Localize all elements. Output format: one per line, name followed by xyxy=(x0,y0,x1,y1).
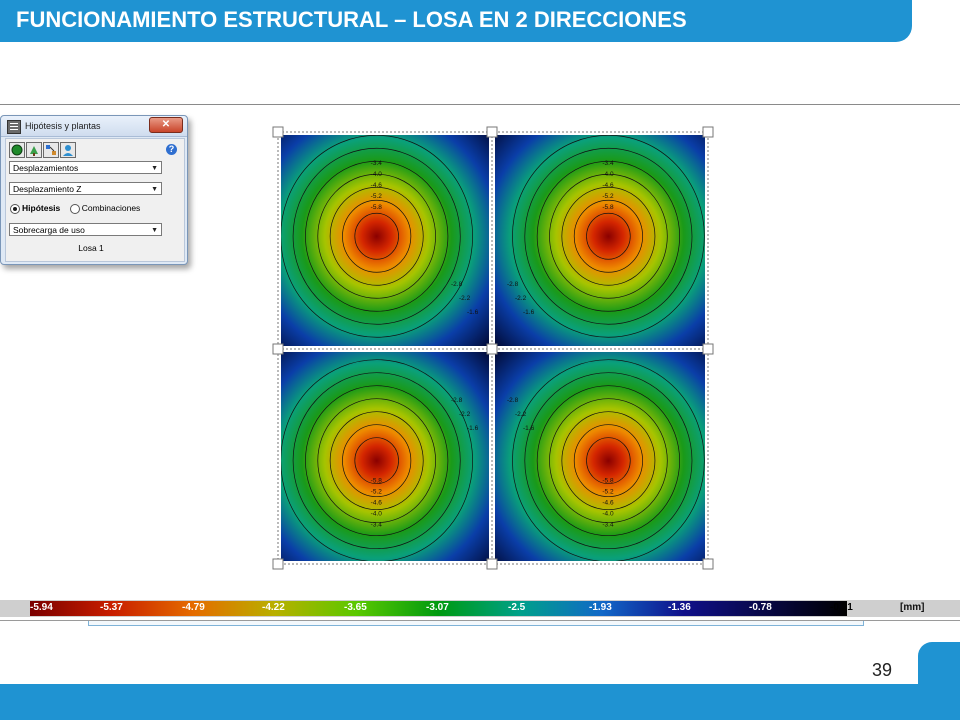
contour-label: -2.8 xyxy=(451,397,463,404)
contour-label: -4.0 xyxy=(602,511,614,518)
user-icon[interactable] xyxy=(60,142,76,158)
chevron-down-icon: ▼ xyxy=(151,165,158,172)
dialog-body: ? Desplazamientos ▼ Desplazamiento Z ▼ H… xyxy=(5,138,185,262)
scale-tick-label: -5.37 xyxy=(100,602,123,613)
footer-bar xyxy=(0,684,960,720)
slide-title: FUNCIONAMIENTO ESTRUCTURAL – LOSA EN 2 D… xyxy=(16,7,687,32)
scale-tick-label: -3.65 xyxy=(344,602,367,613)
hypothesis-dialog[interactable]: Hipótesis y plantas ✕ ? Desplazamientos … xyxy=(0,115,188,265)
contour-label: -1.6 xyxy=(523,425,535,432)
scale-tick-label: -3.07 xyxy=(426,602,449,613)
radio-combinaciones[interactable]: Combinaciones xyxy=(69,203,141,214)
contour-label: -1.6 xyxy=(467,425,479,432)
result-component-value: Desplazamiento Z xyxy=(13,184,82,194)
scale-tick-label: -5.94 xyxy=(30,602,53,613)
contour-label: -5.8 xyxy=(602,478,614,485)
title-bar: FUNCIONAMIENTO ESTRUCTURAL – LOSA EN 2 D… xyxy=(0,0,912,42)
contour-label: -4.0 xyxy=(602,171,614,178)
app-grid-icon xyxy=(7,120,21,134)
contour-label: -5.2 xyxy=(371,193,383,200)
contour-label: -2.8 xyxy=(507,397,519,404)
contour-label: -5.2 xyxy=(602,489,614,496)
help-icon[interactable]: ? xyxy=(166,144,177,155)
slab-panel xyxy=(495,352,705,561)
load-case-value: Sobrecarga de uso xyxy=(13,225,85,235)
support-node[interactable] xyxy=(486,126,498,138)
scale-unit: [mm] xyxy=(900,602,925,613)
support-node[interactable] xyxy=(702,126,714,138)
scale-tick-label: -4.22 xyxy=(262,602,285,613)
contour-label: -3.4 xyxy=(371,522,383,529)
radio-hipotesis-label: Hipótesis xyxy=(22,203,61,213)
losa-button[interactable]: Losa 1 xyxy=(26,243,156,253)
scale-tick-label: -1.93 xyxy=(589,602,612,613)
contour-label: -2.2 xyxy=(459,411,471,418)
contour-label: -5.8 xyxy=(371,204,383,211)
support-node[interactable] xyxy=(272,343,284,355)
contour-label: -5.2 xyxy=(602,193,614,200)
radio-hipotesis[interactable]: Hipótesis xyxy=(10,203,61,214)
support-node[interactable] xyxy=(486,343,498,355)
close-button[interactable]: ✕ xyxy=(149,117,183,133)
status-strip xyxy=(88,621,864,626)
contour-label: -5.8 xyxy=(602,204,614,211)
contour-label: -4.6 xyxy=(602,500,614,507)
result-type-value: Desplazamientos xyxy=(13,163,79,173)
contour-label: -4.6 xyxy=(371,500,383,507)
contour-label: -5.8 xyxy=(371,478,383,485)
displacement-contour-map: -3.4 -4.0 -4.6 -5.2 -5.8 -2.8 -2.2 -1.6 -3.4 -4.0… xyxy=(272,126,714,570)
chevron-down-icon: ▼ xyxy=(151,227,158,234)
result-type-select[interactable]: Desplazamientos ▼ xyxy=(9,161,162,174)
result-component-select[interactable]: Desplazamiento Z ▼ xyxy=(9,182,162,195)
radio-combinaciones-label: Combinaciones xyxy=(81,203,141,213)
page-number: 39 xyxy=(872,660,893,680)
radio-selected-icon xyxy=(10,203,20,214)
contour-label: -2.2 xyxy=(515,411,527,418)
contour-plot: -3.4 -4.0 -4.6 -5.2 -5.8 -2.8 -2.2 -1.6 -3.4 -4.0… xyxy=(262,120,722,578)
slab-panel xyxy=(281,352,489,561)
dialog-header[interactable]: Hipótesis y plantas ✕ xyxy=(1,116,187,137)
support-node[interactable] xyxy=(272,126,284,138)
support-node[interactable] xyxy=(702,558,714,570)
scale-tick-label: -0.78 xyxy=(749,602,772,613)
contour-label: -3.4 xyxy=(371,160,383,167)
dialog-title: Hipótesis y plantas xyxy=(25,121,101,131)
diagram-icon[interactable] xyxy=(43,142,59,158)
tree-icon[interactable] xyxy=(26,142,42,158)
contour-label: -5.2 xyxy=(371,489,383,496)
app-top-border xyxy=(0,104,960,105)
green-circle-icon[interactable] xyxy=(9,142,25,158)
scale-tick-label: -0.21 xyxy=(830,602,853,613)
chevron-down-icon: ▼ xyxy=(151,186,158,193)
contour-label: -2.2 xyxy=(459,295,471,302)
contour-label: -3.4 xyxy=(602,160,614,167)
scale-tick-label: -4.79 xyxy=(182,602,205,613)
mode-radio-group: Hipótesis Combinaciones xyxy=(10,203,180,215)
contour-label: -2.8 xyxy=(451,281,463,288)
color-scale-bar: -5.94 -5.37 -4.79 -4.22 -3.65 -3.07 -2.5 -1.93 -… xyxy=(0,600,960,617)
contour-label: -4.6 xyxy=(602,182,614,189)
page-number-tab xyxy=(918,642,960,686)
contour-label: -2.2 xyxy=(515,295,527,302)
radio-unselected-icon xyxy=(69,203,80,214)
load-case-select[interactable]: Sobrecarga de uso ▼ xyxy=(9,223,162,236)
contour-label: -3.4 xyxy=(602,522,614,529)
contour-label: -1.6 xyxy=(467,309,479,316)
contour-label: -4.0 xyxy=(371,511,383,518)
scale-tick-label: -2.5 xyxy=(508,602,526,613)
contour-label: -1.6 xyxy=(523,309,535,316)
contour-label: -2.8 xyxy=(507,281,519,288)
contour-label: -4.0 xyxy=(371,171,383,178)
slab-panel xyxy=(281,135,489,346)
contour-label: -4.6 xyxy=(371,182,383,189)
support-node[interactable] xyxy=(702,343,714,355)
scale-tick-label: -1.36 xyxy=(668,602,691,613)
support-node[interactable] xyxy=(272,558,284,570)
support-node[interactable] xyxy=(486,558,498,570)
